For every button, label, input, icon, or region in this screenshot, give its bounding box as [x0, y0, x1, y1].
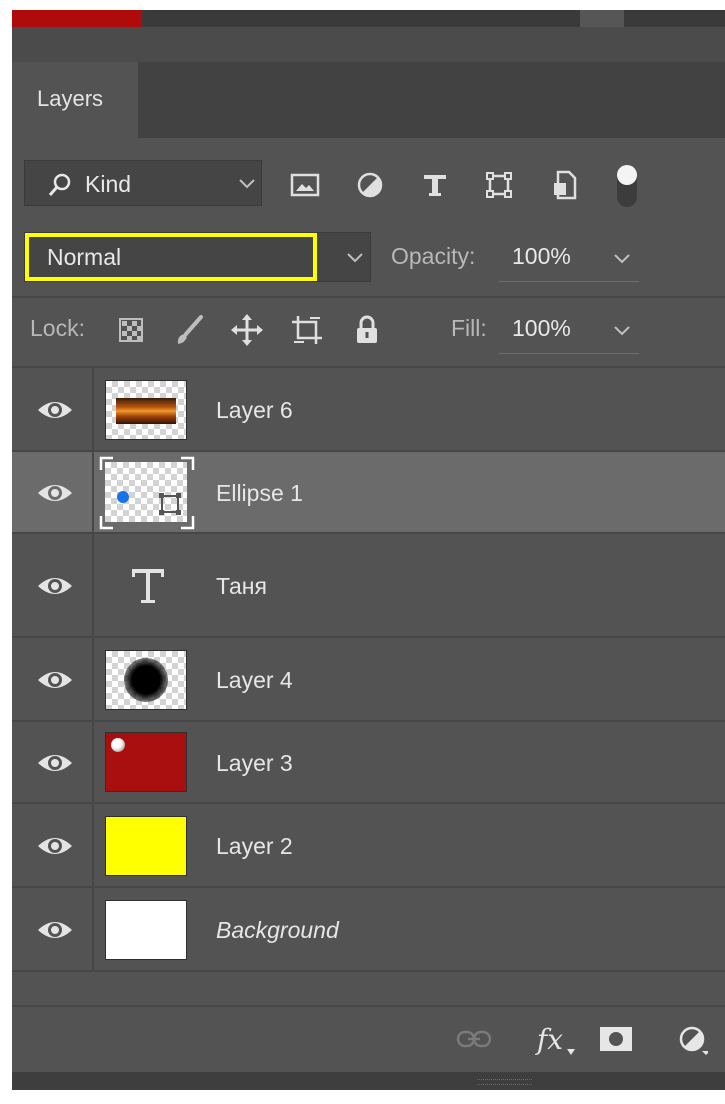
top-strip [12, 10, 725, 27]
visibility-toggle[interactable] [12, 804, 94, 886]
search-icon [48, 173, 71, 196]
visibility-toggle[interactable] [12, 722, 94, 802]
layer-thumbnail [105, 816, 187, 876]
layer-row[interactable]: Layer 4 [12, 638, 725, 722]
filter-toggle-icon[interactable] [610, 160, 644, 212]
add-mask-icon[interactable] [598, 1023, 634, 1055]
layer-name[interactable]: Layer 3 [216, 750, 293, 777]
visibility-toggle[interactable] [12, 888, 94, 970]
adjustment-filter-icon[interactable] [353, 170, 387, 200]
panel-footer: fx [12, 1005, 725, 1069]
layer-row-selected[interactable]: Ellipse 1 [12, 452, 725, 534]
fx-label: fx [536, 1022, 564, 1056]
blurred-dot [124, 658, 168, 702]
shape-filter-icon[interactable] [482, 170, 516, 200]
panel-gap [12, 27, 725, 62]
fill-underline [499, 353, 639, 354]
fx-icon[interactable]: fx [527, 1022, 575, 1056]
tab-bar: Layers [12, 62, 725, 138]
visibility-toggle[interactable] [12, 638, 94, 720]
visibility-toggle[interactable] [12, 368, 94, 450]
sunset-image [116, 398, 176, 424]
panel-collapse-button[interactable] [580, 10, 627, 27]
layer-row[interactable]: Layer 6 [12, 368, 725, 452]
blend-mode-dropdown[interactable]: Normal [24, 232, 371, 282]
layer-name[interactable]: Layer 4 [216, 667, 293, 694]
eye-icon [38, 922, 72, 938]
lock-label: Lock: [30, 315, 85, 341]
eye-icon [38, 838, 72, 854]
lock-artboard-icon[interactable] [290, 313, 324, 347]
eye-icon [38, 402, 72, 418]
red-fill [111, 738, 125, 752]
fill-value[interactable]: 100% [512, 315, 571, 342]
chevron-down-icon [347, 253, 363, 263]
resize-grip[interactable] [477, 1079, 532, 1085]
layer-thumbnail [99, 456, 195, 530]
layer-name[interactable]: Таня [216, 573, 267, 600]
layer-thumbnail [105, 380, 187, 440]
opacity-value[interactable]: 100% [512, 243, 571, 270]
chevron-down-icon [239, 179, 255, 189]
layer-row[interactable]: Background [12, 888, 725, 972]
fill-label: Fill: [451, 315, 487, 341]
link-layers-icon[interactable] [455, 1023, 493, 1055]
layer-thumbnail [105, 650, 187, 710]
filter-kind-label: Kind [85, 171, 132, 197]
layer-name[interactable]: Layer 6 [216, 397, 293, 424]
opacity-label: Opacity: [391, 243, 476, 269]
document-color-strip [12, 10, 142, 27]
new-adjustment-icon[interactable] [672, 1023, 712, 1055]
layers-panel: Layers Kind Normal Opacity: 100% Lock: F… [12, 10, 725, 1090]
tab-layers-label: Layers [37, 86, 104, 111]
layer-list: Layer 6 Ellipse 1 Таня Layer 4 Layer 3 L… [12, 368, 725, 972]
layer-thumbnail [105, 900, 187, 960]
eye-icon [38, 672, 72, 688]
eye-icon [38, 578, 72, 594]
eye-icon [38, 755, 72, 771]
layer-row[interactable]: Layer 2 [12, 804, 725, 888]
layer-name[interactable]: Ellipse 1 [216, 480, 303, 507]
layer-row[interactable]: Таня [12, 534, 725, 638]
tab-layers[interactable]: Layers [12, 62, 138, 138]
lock-image-pixels-icon[interactable] [172, 313, 206, 347]
layer-name[interactable]: Layer 2 [216, 833, 293, 860]
layer-thumbnail [105, 732, 187, 792]
visibility-toggle[interactable] [12, 534, 94, 636]
blend-mode-value: Normal [47, 244, 122, 270]
type-filter-icon[interactable] [418, 170, 452, 200]
lock-all-icon[interactable] [350, 313, 384, 347]
image-filter-icon[interactable] [288, 170, 322, 200]
layer-row[interactable]: Layer 3 [12, 722, 725, 804]
smart-object-filter-icon[interactable] [548, 170, 582, 200]
lock-position-icon[interactable] [230, 313, 264, 347]
divider [12, 296, 725, 298]
panel-bottom-bar [12, 1072, 725, 1090]
type-layer-icon [132, 569, 164, 603]
layer-name[interactable]: Background [216, 917, 339, 944]
opacity-chevron-down-icon[interactable] [612, 248, 632, 268]
fill-chevron-down-icon[interactable] [612, 320, 632, 340]
opacity-underline [499, 281, 639, 282]
eye-icon [38, 485, 72, 501]
filter-kind-dropdown[interactable]: Kind [24, 160, 262, 206]
visibility-toggle[interactable] [12, 452, 94, 532]
lock-transparent-pixels-icon[interactable] [114, 313, 148, 347]
